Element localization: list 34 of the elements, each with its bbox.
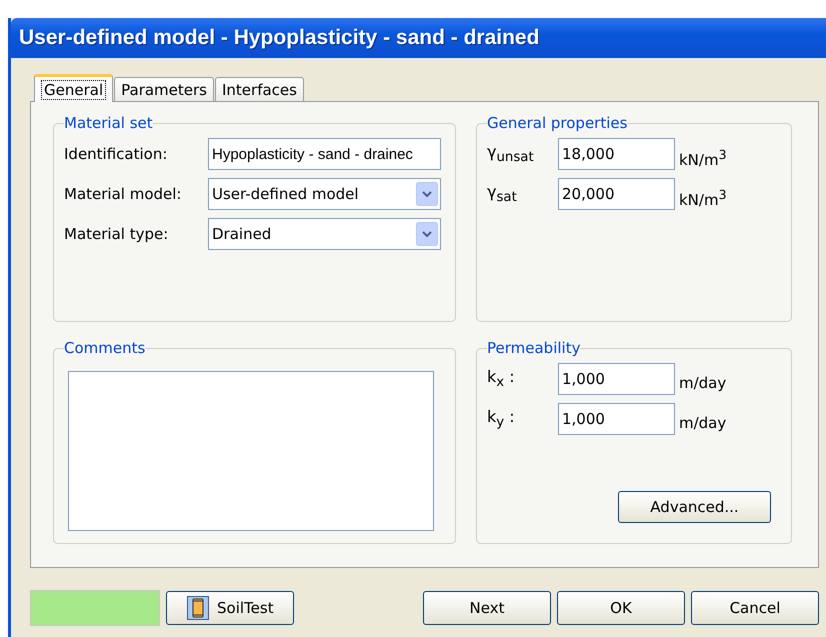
field-label: k$_{y}$ : xyxy=(487,407,516,431)
input-field[interactable]: 1,000 xyxy=(558,363,675,395)
input-field[interactable]: 20,000 xyxy=(558,178,675,210)
window-title: User-defined model - Hypoplasticity - sand - drained xyxy=(19,26,540,50)
unit-label: kN/m$^{3}$ xyxy=(679,147,727,169)
field-label: Identification: xyxy=(64,145,168,163)
group-title: Material set xyxy=(64,114,153,132)
tab[interactable]: Parameters xyxy=(114,77,214,101)
unit-label: m/day xyxy=(679,414,726,432)
dialog-button[interactable]: Next xyxy=(423,591,551,625)
field-label: Material model: xyxy=(64,185,182,203)
color-swatch[interactable] xyxy=(30,590,160,626)
input-field[interactable]: 1,000 xyxy=(558,403,675,435)
group-title: Comments xyxy=(64,339,146,357)
identification-field[interactable]: Hypoplasticity - sand - drainec xyxy=(208,138,441,170)
unit-label: m/day xyxy=(679,374,726,392)
input-field[interactable]: 18,000 xyxy=(558,138,675,170)
dialog-button[interactable]: OK xyxy=(557,591,685,625)
cylinder-icon xyxy=(187,596,209,620)
field-label: k$_{x}$ : xyxy=(487,367,516,391)
comments-field[interactable] xyxy=(68,371,434,531)
dropdown[interactable]: User-defined model xyxy=(208,178,441,210)
unit-label: kN/m$^{3}$ xyxy=(679,187,727,209)
soiltest-button[interactable]: SoilTest xyxy=(166,591,294,625)
group-title: Permeability xyxy=(487,339,580,357)
group-title: General properties xyxy=(487,114,628,132)
advanced-button[interactable]: Advanced... xyxy=(618,491,771,523)
field-label: Material type: xyxy=(64,225,170,243)
field-label: γ$_{unsat}$ xyxy=(487,142,535,166)
tab[interactable]: General xyxy=(34,74,114,102)
dialog-button[interactable]: Cancel xyxy=(691,591,819,625)
field-label: γ$_{sat}$ xyxy=(487,182,518,206)
tab[interactable]: Interfaces xyxy=(214,77,304,101)
dropdown[interactable]: Drained xyxy=(208,218,441,250)
